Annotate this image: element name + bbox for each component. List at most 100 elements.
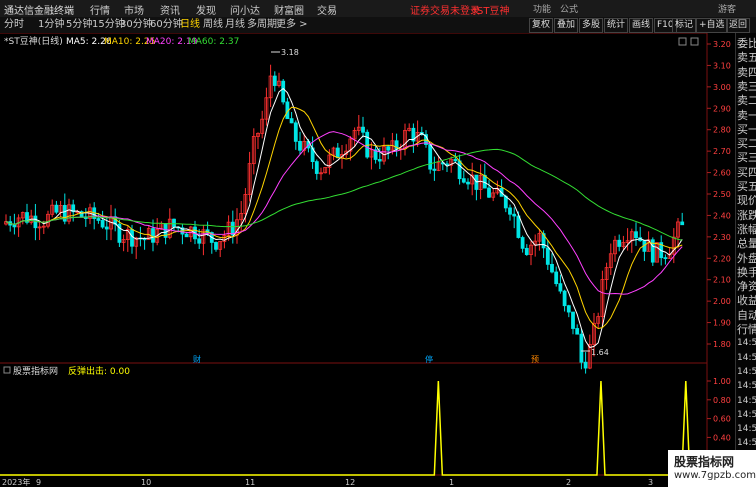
- candle-body: [520, 237, 525, 249]
- candle-body: [130, 229, 134, 247]
- top-menu-bar: 通达信金融终端 行情 市场 资讯 发现 问小达 财富圈 交易 证券交易未登录 *…: [0, 0, 756, 18]
- formula-menu[interactable]: 公式: [560, 2, 578, 15]
- candle-body: [579, 333, 584, 363]
- indicator-legend: 股票指标网 反弹出击: 0.00: [3, 365, 130, 377]
- marker-suspend[interactable]: 停: [425, 354, 433, 364]
- quote-panel-item[interactable]: 收益: [737, 294, 756, 307]
- quote-panel-item[interactable]: 净资: [737, 280, 756, 293]
- quote-panel-item[interactable]: 自动: [737, 309, 756, 322]
- candle-body: [432, 168, 437, 171]
- candle-body: [197, 238, 202, 244]
- candle-body: [293, 122, 298, 142]
- kline-chart[interactable]: 3.20 3.10 3.00 2.90 2.80 2.70 2.60 2.50 2.40 2.30…: [0, 33, 735, 487]
- period-more[interactable]: 更多 >: [276, 18, 308, 32]
- login-warning[interactable]: 证券交易未登录: [410, 2, 480, 17]
- period-multi[interactable]: 多周期: [247, 18, 277, 32]
- y-tick-label: 2.70: [713, 147, 731, 156]
- period-toolbar: 分时 1分钟 5分钟 15分钟 30分钟 60分钟 日线 周线 月线 多周期 更…: [0, 17, 756, 34]
- overlay-button[interactable]: 叠加: [554, 18, 579, 33]
- app-brand: 通达信金融终端: [4, 6, 74, 17]
- candle-body: [453, 158, 458, 162]
- restore-rights-button[interactable]: 复权: [529, 18, 554, 33]
- quote-panel-item[interactable]: 买一: [737, 123, 756, 136]
- quote-panel-item[interactable]: 14:55: [737, 380, 756, 393]
- y-tick-label: 1.90: [713, 319, 731, 328]
- quote-panel-item[interactable]: 14:54: [737, 352, 756, 365]
- menu-jiaoyi[interactable]: 交易: [317, 2, 337, 17]
- stock-label: *ST豆神(日线): [4, 35, 63, 47]
- quote-panel-item[interactable]: 卖一: [737, 109, 756, 122]
- quote-panel-item[interactable]: 14:54: [737, 337, 756, 350]
- quote-panel-item[interactable]: 卖三: [737, 80, 756, 93]
- y-tick-label: 2.10: [713, 276, 731, 285]
- mark-button[interactable]: 标记: [672, 18, 697, 33]
- candle-body: [524, 247, 529, 255]
- quote-panel-item[interactable]: 外盘: [737, 252, 756, 265]
- quote-side-panel: 委比 卖五卖四 卖三 卖二卖一 买一 买二 买三买四 买五 现价涨跌 涨幅 总量外盘 换手 净资 收益自动…: [735, 33, 756, 487]
- candle-body: [151, 228, 155, 243]
- statistics-button[interactable]: 统计: [604, 18, 629, 33]
- quote-panel-item[interactable]: 换手: [737, 266, 756, 279]
- y-tick-label: 2.40: [713, 211, 731, 220]
- candle-body: [184, 233, 189, 238]
- back-button[interactable]: 返回: [726, 18, 751, 33]
- y-tick-label: 3.00: [713, 83, 731, 92]
- quote-panel-item[interactable]: 委比: [737, 37, 756, 50]
- quote-panel-item[interactable]: 买四: [737, 166, 756, 179]
- quote-panel-item[interactable]: 14:55: [737, 395, 756, 408]
- menu-shichang[interactable]: 市场: [124, 2, 144, 17]
- quote-panel-item[interactable]: 现价: [737, 194, 756, 207]
- function-menu[interactable]: 功能: [533, 2, 551, 15]
- indicator-y-tick: 0.60: [713, 415, 731, 424]
- candle-body: [663, 257, 668, 260]
- marker-forecast[interactable]: 预: [531, 354, 539, 364]
- period-weekly[interactable]: 周线: [203, 18, 223, 32]
- period-daily[interactable]: 日线: [180, 18, 200, 32]
- indicator-y-tick: 0.40: [713, 433, 731, 442]
- quote-panel-item[interactable]: 总量: [737, 237, 756, 250]
- high-price-label: 3.18: [281, 48, 299, 57]
- quote-panel-item[interactable]: 行情: [737, 323, 756, 336]
- menu-zixun[interactable]: 资讯: [160, 2, 180, 17]
- menu-faxian[interactable]: 发现: [196, 2, 216, 17]
- period-60min[interactable]: 60分钟: [150, 18, 183, 32]
- menu-wenxiaoda[interactable]: 问小达: [230, 2, 260, 17]
- add-watchlist-button[interactable]: +自选: [696, 18, 728, 33]
- guest-user[interactable]: 游客: [718, 2, 736, 15]
- candle-body: [335, 147, 340, 159]
- quote-panel-item[interactable]: 买二: [737, 137, 756, 150]
- x-label-10: 10: [141, 478, 151, 487]
- y-tick-label: 2.30: [713, 233, 731, 242]
- candle-body: [508, 207, 512, 215]
- multi-stock-button[interactable]: 多股: [579, 18, 604, 33]
- quote-panel-item[interactable]: 14:55: [737, 437, 756, 450]
- period-fenshi[interactable]: 分时: [4, 18, 24, 32]
- quote-panel-item[interactable]: 卖二: [737, 94, 756, 107]
- candle-body: [545, 247, 550, 265]
- quote-panel-item[interactable]: 买三: [737, 151, 756, 164]
- x-label-2: 2: [566, 478, 571, 487]
- quote-panel-item[interactable]: 14:55: [737, 409, 756, 422]
- quote-panel-item[interactable]: 卖五: [737, 51, 756, 64]
- period-5min[interactable]: 5分钟: [66, 18, 92, 32]
- indicator-y-tick: 0.80: [713, 396, 731, 405]
- candle-body: [487, 187, 491, 198]
- quote-panel-item[interactable]: 14:54: [737, 366, 756, 379]
- menu-caifuquan[interactable]: 财富圈: [274, 2, 304, 17]
- candle-body: [12, 224, 17, 228]
- period-1min[interactable]: 1分钟: [38, 18, 64, 32]
- quote-panel-item[interactable]: 买五: [737, 180, 756, 193]
- period-30min[interactable]: 30分钟: [120, 18, 153, 32]
- candle-body: [104, 226, 109, 230]
- watermark-url: www.7gpzb.com: [674, 470, 756, 481]
- period-monthly[interactable]: 月线: [225, 18, 245, 32]
- quote-panel-item[interactable]: 卖四: [737, 66, 756, 79]
- quote-panel-item[interactable]: 涨跌: [737, 209, 756, 222]
- candle-body: [172, 218, 176, 228]
- marker-finance[interactable]: 财: [193, 354, 201, 364]
- menu-hangqing[interactable]: 行情: [90, 2, 110, 17]
- quote-panel-item[interactable]: 14:55: [737, 423, 756, 436]
- candle-body: [634, 231, 638, 239]
- draw-line-button[interactable]: 画线: [629, 18, 654, 33]
- quote-panel-item[interactable]: 涨幅: [737, 223, 756, 236]
